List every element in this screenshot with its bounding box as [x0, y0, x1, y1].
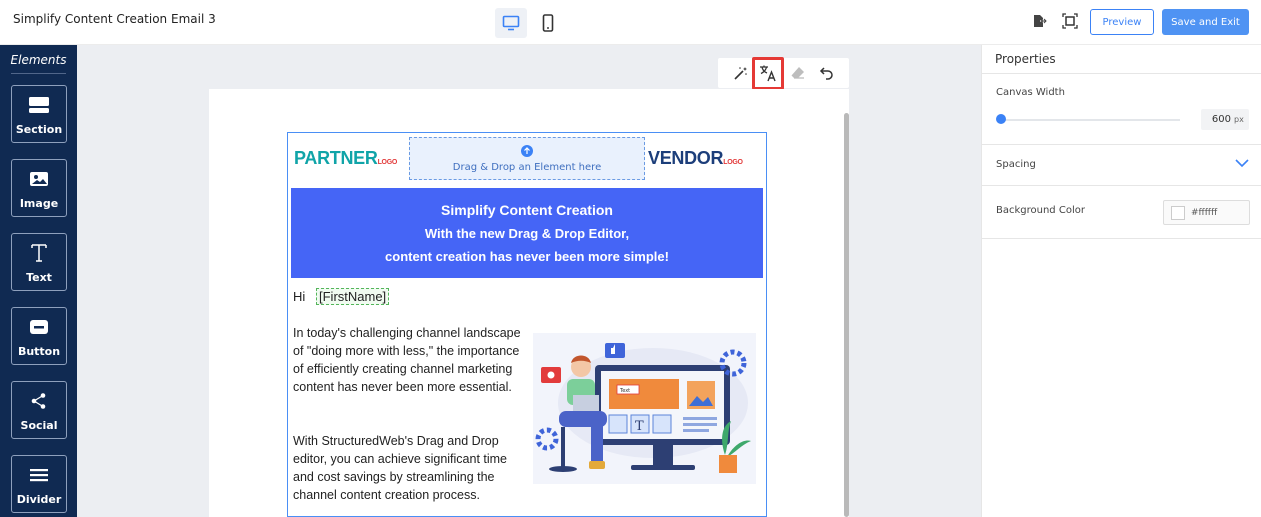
canvas-width-label: Canvas Width: [996, 87, 1065, 98]
properties-title: Properties: [995, 52, 1056, 66]
export-icon: [1034, 15, 1047, 27]
eraser-button[interactable]: [789, 64, 807, 82]
first-name-merge-tag[interactable]: [FirstName]: [316, 288, 390, 305]
hero-subtitle-line1: With the new Drag & Drop Editor,: [424, 226, 630, 241]
fullscreen-button[interactable]: [1062, 13, 1080, 31]
chevron-down-icon[interactable]: [1235, 156, 1249, 170]
fullscreen-icon: [1062, 13, 1078, 29]
element-social[interactable]: Social: [11, 381, 67, 439]
properties-divider: [982, 144, 1261, 145]
text-icon: [12, 242, 66, 264]
sidebar-divider: [11, 73, 66, 74]
upload-arrow-icon: [521, 145, 533, 157]
body-paragraph-2[interactable]: With StructuredWeb's Drag and Drop edito…: [293, 432, 528, 504]
image-icon: [12, 168, 66, 190]
properties-panel: Properties Canvas Width 600 px Spacing B…: [981, 45, 1261, 517]
export-button[interactable]: [1031, 13, 1049, 31]
element-text-label: Text: [26, 271, 52, 284]
background-color-picker[interactable]: #ffffff: [1163, 200, 1250, 225]
hero-title: Simplify Content Creation: [441, 202, 613, 218]
mobile-icon: [542, 14, 554, 32]
mobile-view-button[interactable]: [532, 8, 564, 38]
canvas-width-value: 600: [1211, 114, 1231, 125]
divider-icon: [12, 464, 66, 486]
svg-text:Text: Text: [619, 388, 630, 394]
preview-button[interactable]: Preview: [1090, 9, 1154, 35]
partner-logo[interactable]: PARTNERLOGO: [294, 148, 397, 169]
desktop-icon: [502, 15, 520, 31]
canvas-scrollbar[interactable]: [844, 113, 849, 517]
email-title: Simplify Content Creation Email 3: [13, 12, 216, 26]
background-color-label: Background Color: [996, 205, 1085, 216]
svg-text:T: T: [635, 419, 644, 434]
element-image[interactable]: Image: [11, 159, 67, 217]
eraser-icon: [791, 67, 804, 79]
element-divider[interactable]: Divider: [11, 455, 67, 513]
hero-banner[interactable]: Simplify Content Creation With the new D…: [291, 188, 763, 278]
element-social-label: Social: [20, 419, 58, 432]
greeting-text[interactable]: Hi: [293, 289, 305, 304]
translate-highlight: [752, 57, 784, 90]
element-button-label: Button: [17, 345, 61, 358]
element-image-label: Image: [19, 197, 59, 210]
spacing-section-toggle[interactable]: Spacing: [996, 159, 1036, 170]
element-section[interactable]: Section: [11, 85, 67, 143]
undo-icon: [819, 67, 833, 80]
element-text[interactable]: Text: [11, 233, 67, 291]
element-section-label: Section: [15, 123, 63, 136]
body-paragraph-1[interactable]: In today's challenging channel landscape…: [293, 324, 528, 396]
background-color-value: #ffffff: [1191, 208, 1218, 218]
elements-sidebar: Elements Section Image Text Button Socia…: [0, 45, 77, 517]
magic-wand-icon: [734, 67, 747, 80]
top-bar: Simplify Content Creation Email 3 Previe…: [0, 0, 1261, 45]
share-icon: [12, 390, 66, 412]
magic-wand-button[interactable]: [732, 64, 750, 82]
properties-divider: [982, 238, 1261, 239]
color-swatch[interactable]: [1171, 206, 1185, 220]
canvas-width-unit: px: [1234, 115, 1244, 124]
properties-divider: [982, 185, 1261, 186]
properties-divider: [982, 73, 1261, 74]
canvas-width-slider-track[interactable]: [1000, 119, 1180, 121]
drop-zone-text: Drag & Drop an Element here: [452, 162, 602, 173]
section-icon: [12, 94, 66, 116]
desktop-view-button[interactable]: [495, 8, 527, 38]
element-divider-label: Divider: [16, 493, 62, 506]
vendor-logo[interactable]: VENDORLOGO: [648, 148, 743, 169]
save-and-exit-button[interactable]: Save and Exit: [1162, 9, 1249, 35]
sidebar-heading: Elements: [10, 53, 67, 67]
undo-button[interactable]: [818, 64, 836, 82]
canvas-width-input[interactable]: 600 px: [1201, 109, 1249, 130]
button-icon: [12, 316, 66, 338]
canvas-width-slider-handle[interactable]: [996, 114, 1006, 124]
element-button[interactable]: Button: [11, 307, 67, 365]
drop-zone[interactable]: Drag & Drop an Element here: [409, 137, 645, 180]
content-creation-illustration[interactable]: Text T: [533, 333, 756, 484]
hero-subtitle-line2: content creation has never been more sim…: [385, 249, 669, 264]
